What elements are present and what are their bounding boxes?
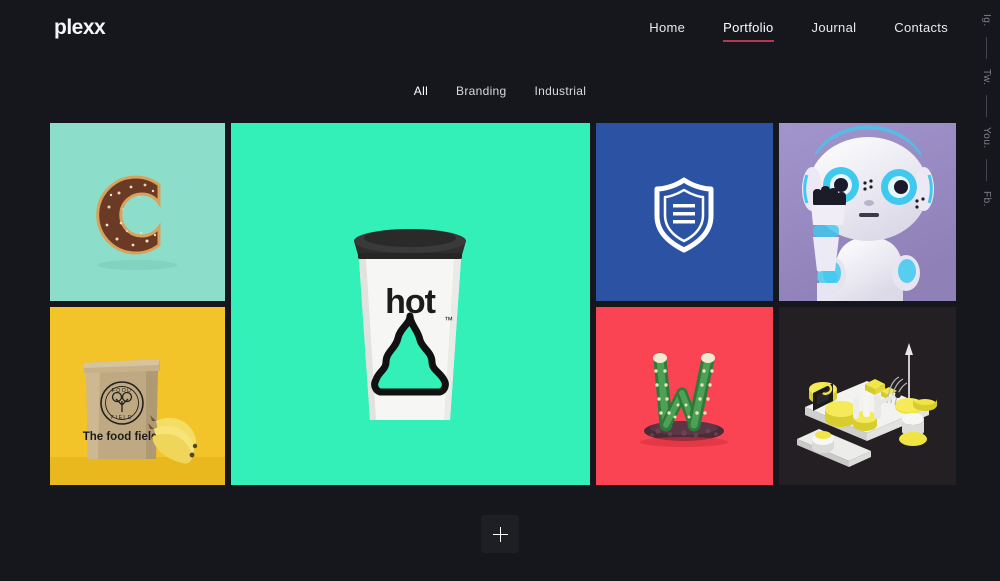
nav-item-portfolio[interactable]: Portfolio <box>723 20 774 42</box>
portfolio-tile-hot-coffee[interactable]: hot ™ <box>231 123 590 485</box>
portfolio-tile-donut-c[interactable] <box>50 123 225 301</box>
site-header: plexx Home Portfolio Journal Contacts <box>0 0 1000 60</box>
nav-item-contacts[interactable]: Contacts <box>894 20 948 42</box>
donut-c-image <box>50 123 225 301</box>
portfolio-grid: hot ™ FOOD FIELD The food field. <box>50 123 956 490</box>
cactus-w-image <box>596 307 773 485</box>
social-link-facebook[interactable]: Fb. <box>981 191 992 207</box>
social-link-youtube[interactable]: You. <box>981 127 992 149</box>
portfolio-tile-cactus-w[interactable] <box>596 307 773 485</box>
coffee-cup-image: hot ™ <box>231 123 590 485</box>
isometric-render-image <box>779 307 956 485</box>
portfolio-tile-robot[interactable] <box>779 123 956 301</box>
portfolio-tile-shield[interactable] <box>596 123 773 301</box>
filter-all[interactable]: All <box>414 84 428 98</box>
portfolio-tile-food-field[interactable]: FOOD FIELD The food field. <box>50 307 225 485</box>
food-field-bag-image: FOOD FIELD The food field. <box>50 307 225 485</box>
brand-logo[interactable]: plexx <box>54 16 106 40</box>
load-more-button[interactable] <box>481 515 519 553</box>
svg-text:FOOD: FOOD <box>112 388 133 394</box>
main-navigation: Home Portfolio Journal Contacts <box>649 20 948 42</box>
filter-industrial[interactable]: Industrial <box>534 84 586 98</box>
shield-icon <box>596 123 773 301</box>
social-separator <box>986 158 987 181</box>
social-links-rail: Ig. Tw. You. Fb. <box>981 14 992 207</box>
portfolio-page: plexx Home Portfolio Journal Contacts Ig… <box>0 0 1000 581</box>
nav-item-journal[interactable]: Journal <box>812 20 857 42</box>
social-separator <box>986 95 987 118</box>
social-link-instagram[interactable]: Ig. <box>981 14 992 27</box>
svg-text:FIELD: FIELD <box>111 415 133 421</box>
filter-branding[interactable]: Branding <box>456 84 506 98</box>
svg-text:The food field.: The food field. <box>83 431 162 443</box>
portfolio-tile-isometric[interactable] <box>779 307 956 485</box>
social-separator <box>986 36 987 59</box>
social-link-twitter[interactable]: Tw. <box>981 69 992 86</box>
svg-text:™: ™ <box>444 315 453 325</box>
portfolio-filter-bar: All Branding Industrial <box>0 84 1000 98</box>
plus-icon <box>492 526 508 542</box>
nav-item-home[interactable]: Home <box>649 20 685 42</box>
robot-image <box>779 123 956 301</box>
